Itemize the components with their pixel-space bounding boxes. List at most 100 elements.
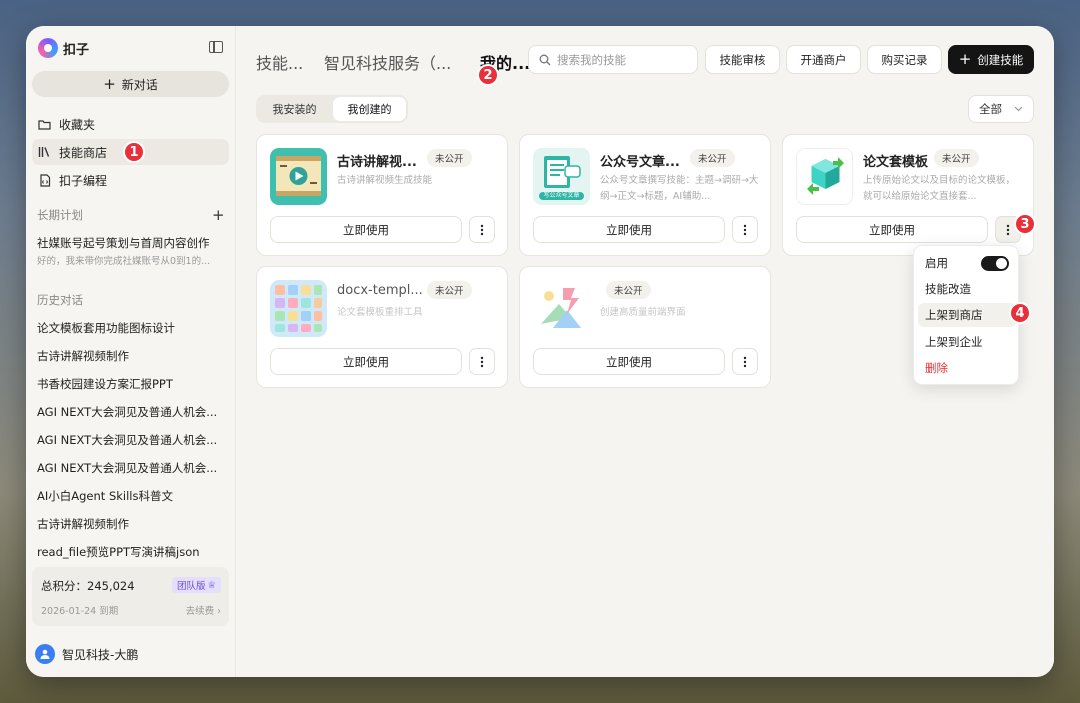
open-merchant-button[interactable]: 开通商户 bbox=[786, 45, 861, 74]
chevron-down-icon bbox=[1014, 106, 1023, 112]
app-logo-icon bbox=[38, 38, 58, 58]
skill-card[interactable]: 论文套模板 未公开 上传原始论文以及目标的论文模板，就可以给原始论文直接套...… bbox=[782, 134, 1034, 256]
history-item[interactable]: AGI NEXT大会洞见及普通人机会... bbox=[37, 404, 222, 420]
sidebar-item-skill-store[interactable]: 技能商店 1 bbox=[32, 139, 229, 165]
use-now-button[interactable]: 立即使用 bbox=[533, 348, 725, 375]
annotation-marker-3: 3 bbox=[1014, 213, 1036, 235]
more-vertical-icon bbox=[1006, 224, 1010, 235]
team-plan-label: 团队版 bbox=[176, 581, 206, 592]
status-badge: 未公开 bbox=[427, 149, 472, 167]
wechat-article-icon: 写公众号文章 bbox=[533, 148, 590, 205]
sidebar-item-label: 收藏夹 bbox=[59, 117, 96, 132]
skill-context-menu: 启用 技能改造 上架到商店 上架到企业 删除 bbox=[913, 245, 1019, 385]
skill-review-button[interactable]: 技能审核 bbox=[705, 45, 780, 74]
sidebar-toggle-icon[interactable] bbox=[209, 41, 223, 53]
plus-icon: + bbox=[958, 50, 972, 68]
sidebar-item-coze-coding[interactable]: 扣子编程 bbox=[32, 167, 229, 193]
skill-description: 古诗讲解视频生成技能 bbox=[337, 175, 433, 186]
status-badge: 未公开 bbox=[934, 149, 979, 167]
history-item[interactable]: AGI NEXT大会洞见及普通人机会... bbox=[37, 432, 222, 448]
skill-description: 论文套模板重排工具 bbox=[337, 307, 423, 318]
points-card: 总积分：245,024 团队版 ♕ 2026-01-24 到期 去续费 › bbox=[32, 567, 229, 626]
skill-description: 公众号文章撰写技能：主题→调研→大纲→正文→标题，AI辅助... bbox=[600, 175, 759, 202]
history-item[interactable]: 书香校园建设方案汇报PPT bbox=[37, 376, 222, 392]
menu-item-publish-store[interactable]: 上架到商店 bbox=[918, 303, 1016, 327]
paper-template-cube-icon bbox=[796, 148, 853, 205]
long-term-plan-heading: 长期计划 bbox=[37, 208, 83, 222]
history-item[interactable]: 论文模板套用功能图标设计 bbox=[37, 320, 222, 336]
user-name: 智见科技-大鹏 bbox=[62, 647, 139, 662]
history-item[interactable]: AGI NEXT大会洞见及普通人机会... bbox=[37, 460, 222, 476]
status-badge: 未公开 bbox=[690, 149, 735, 167]
annotation-marker-4: 4 bbox=[1009, 302, 1031, 324]
menu-item-delete[interactable]: 删除 bbox=[918, 356, 1016, 380]
more-vertical-icon bbox=[743, 224, 747, 235]
folder-icon bbox=[38, 118, 51, 131]
filter-dropdown[interactable]: 全部 bbox=[968, 95, 1034, 123]
icon-caption: 写公众号文章 bbox=[543, 192, 580, 199]
sidebar-item-label: 扣子编程 bbox=[59, 173, 108, 188]
menu-item-skill-improve[interactable]: 技能改造 bbox=[918, 277, 1016, 301]
use-now-button[interactable]: 立即使用 bbox=[270, 348, 462, 375]
tab-installed[interactable]: 我安装的 bbox=[258, 97, 331, 121]
search-icon bbox=[539, 54, 551, 65]
history-item[interactable]: read_file预览PPT写演讲稿json bbox=[37, 544, 222, 560]
status-badge: 未公开 bbox=[427, 281, 472, 299]
plan-subtitle: 好的，我来带你完成社媒账号从0到1的... bbox=[37, 256, 211, 267]
plan-title[interactable]: 社媒账号起号策划与首周内容创作 bbox=[37, 235, 210, 251]
expiry-date: 2026-01-24 到期 bbox=[41, 606, 119, 617]
more-options-button[interactable] bbox=[732, 348, 758, 375]
more-options-button[interactable] bbox=[469, 348, 495, 375]
create-skill-button[interactable]: + 创建技能 bbox=[948, 45, 1034, 74]
filter-value: 全部 bbox=[979, 102, 1002, 116]
skill-description: 上传原始论文以及目标的论文模板，就可以给原始论文直接套... bbox=[863, 175, 1016, 202]
team-plan-badge: 团队版 ♕ bbox=[171, 577, 221, 593]
avatar bbox=[35, 644, 55, 664]
history-heading: 历史对话 bbox=[37, 293, 83, 307]
tab-company-service[interactable]: 智见科技服务（... bbox=[324, 50, 451, 74]
sidebar: 扣子 + 新对话 收藏夹 技能商店 1 扣子编程 长期计划 + 社媒账号起号策划… bbox=[26, 26, 236, 677]
user-profile[interactable]: 智见科技-大鹏 bbox=[35, 644, 138, 664]
history-item[interactable]: 古诗讲解视频制作 bbox=[37, 516, 222, 532]
books-icon bbox=[38, 146, 51, 159]
skill-card[interactable]: 未公开 创建高质量前端界面 立即使用 bbox=[519, 266, 771, 388]
total-points: 总积分：245,024 bbox=[41, 579, 135, 593]
new-chat-button[interactable]: + 新对话 bbox=[32, 71, 229, 97]
more-options-button[interactable] bbox=[732, 216, 758, 243]
use-now-button[interactable]: 立即使用 bbox=[270, 216, 462, 243]
skill-title: 古诗讲解视... bbox=[337, 155, 417, 170]
add-plan-button[interactable]: + bbox=[212, 206, 225, 224]
skill-card[interactable]: 写公众号文章 公众号文章... 未公开 公众号文章撰写技能：主题→调研→大纲→正… bbox=[519, 134, 771, 256]
tab-skill-store[interactable]: 技能... bbox=[256, 50, 303, 74]
skill-source-segment: 我安装的 我创建的 bbox=[256, 95, 408, 123]
new-chat-label: 新对话 bbox=[121, 77, 158, 92]
more-options-button[interactable] bbox=[469, 216, 495, 243]
more-vertical-icon bbox=[480, 224, 484, 235]
skill-card[interactable]: 古诗讲解视... 未公开 古诗讲解视频生成技能 立即使用 bbox=[256, 134, 508, 256]
app-grid-icon bbox=[270, 280, 327, 337]
skill-card[interactable]: docx-templ... 未公开 论文套模板重排工具 立即使用 bbox=[256, 266, 508, 388]
renew-label: 去续费 bbox=[185, 606, 215, 617]
brand[interactable]: 扣子 bbox=[38, 38, 89, 58]
more-vertical-icon bbox=[480, 356, 484, 367]
search-field[interactable] bbox=[557, 52, 687, 67]
sidebar-item-label: 技能商店 bbox=[59, 145, 108, 160]
crown-icon: ♕ bbox=[207, 579, 216, 591]
renew-link[interactable]: 去续费 › bbox=[186, 603, 221, 617]
menu-item-enable[interactable]: 启用 bbox=[918, 251, 1016, 275]
purchase-history-button[interactable]: 购买记录 bbox=[867, 45, 942, 74]
enable-toggle[interactable] bbox=[981, 256, 1009, 271]
skill-title: 公众号文章... bbox=[600, 155, 680, 170]
history-item[interactable]: 古诗讲解视频制作 bbox=[37, 348, 222, 364]
sidebar-item-favorites[interactable]: 收藏夹 bbox=[32, 111, 229, 137]
skill-description: 创建高质量前端界面 bbox=[600, 307, 686, 318]
search-input[interactable] bbox=[528, 45, 698, 74]
skill-title: docx-templ... bbox=[337, 283, 423, 298]
use-now-button[interactable]: 立即使用 bbox=[796, 216, 988, 243]
menu-item-publish-enterprise[interactable]: 上架到企业 bbox=[918, 330, 1016, 354]
use-now-button[interactable]: 立即使用 bbox=[533, 216, 725, 243]
status-badge: 未公开 bbox=[606, 281, 651, 299]
tab-created[interactable]: 我创建的 bbox=[333, 97, 406, 121]
history-item[interactable]: AI小白Agent Skills科普文 bbox=[37, 488, 222, 504]
ancient-poem-video-icon bbox=[270, 148, 327, 205]
